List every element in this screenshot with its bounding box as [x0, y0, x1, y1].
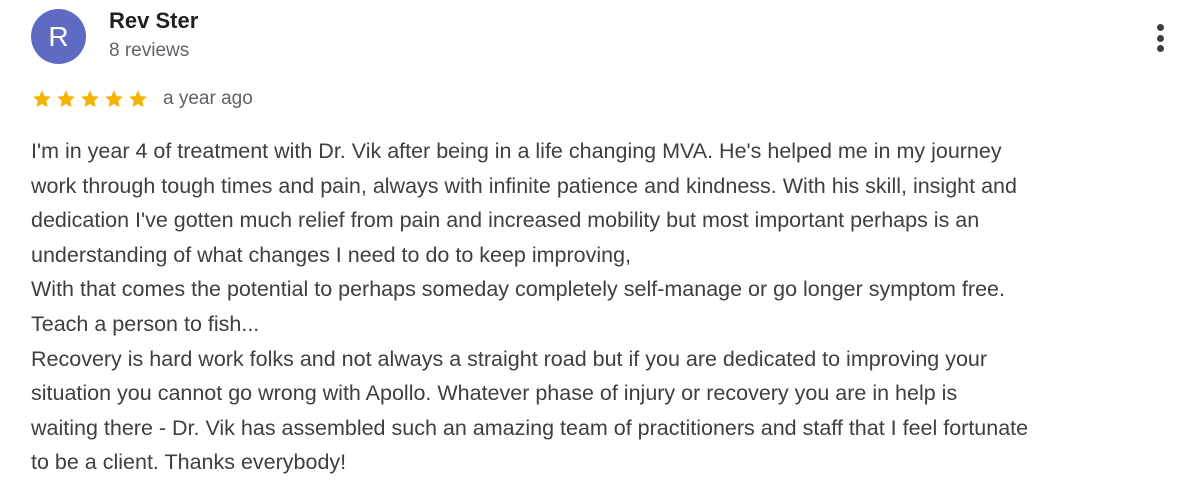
star-icon	[57, 90, 75, 108]
review-date: a year ago	[163, 88, 253, 109]
review-text-line: I'm in year 4 of treatment with Dr. Vik …	[31, 139, 1002, 163]
star-icon	[129, 90, 147, 108]
review-text-line: work through tough times and pain, alway…	[31, 173, 1017, 198]
review-text-line: waiting there - Dr. Vik has assembled su…	[31, 415, 1029, 440]
more-vert-icon-dot	[1156, 34, 1164, 42]
more-vert-icon-dot	[1156, 45, 1164, 52]
review-card: R Rev Ster 8 reviews a year ago I'm in y…	[0, 0, 1200, 497]
review-text-line: Recovery is hard work folks and not alwa…	[31, 346, 988, 371]
more-options-button[interactable]	[1148, 20, 1172, 56]
reviewer-review-count: 8 reviews	[109, 40, 190, 61]
avatar[interactable]: R	[31, 9, 86, 64]
rating-row: a year ago	[31, 86, 253, 112]
review-text-line: dedication I've gotten much relief from …	[31, 208, 980, 233]
review-text: I'm in year 4 of treatment with Dr. Vik …	[31, 134, 1191, 480]
star-icon	[81, 90, 99, 108]
review-text-line: understanding of what changes I need to …	[31, 242, 632, 267]
star-icon	[33, 90, 51, 108]
more-vert-icon-dot	[1156, 24, 1164, 31]
review-text-line: Teach a person to fish...	[31, 311, 260, 336]
star-rating	[31, 88, 151, 110]
review-text-line: to be a client. Thanks everybody!	[31, 450, 347, 475]
review-text-line: situation you cannot go wrong with Apoll…	[31, 381, 958, 406]
review-text-line: With that comes the potential to perhaps…	[31, 277, 1005, 302]
reviewer-name[interactable]: Rev Ster	[109, 8, 198, 34]
star-icon	[105, 90, 123, 108]
